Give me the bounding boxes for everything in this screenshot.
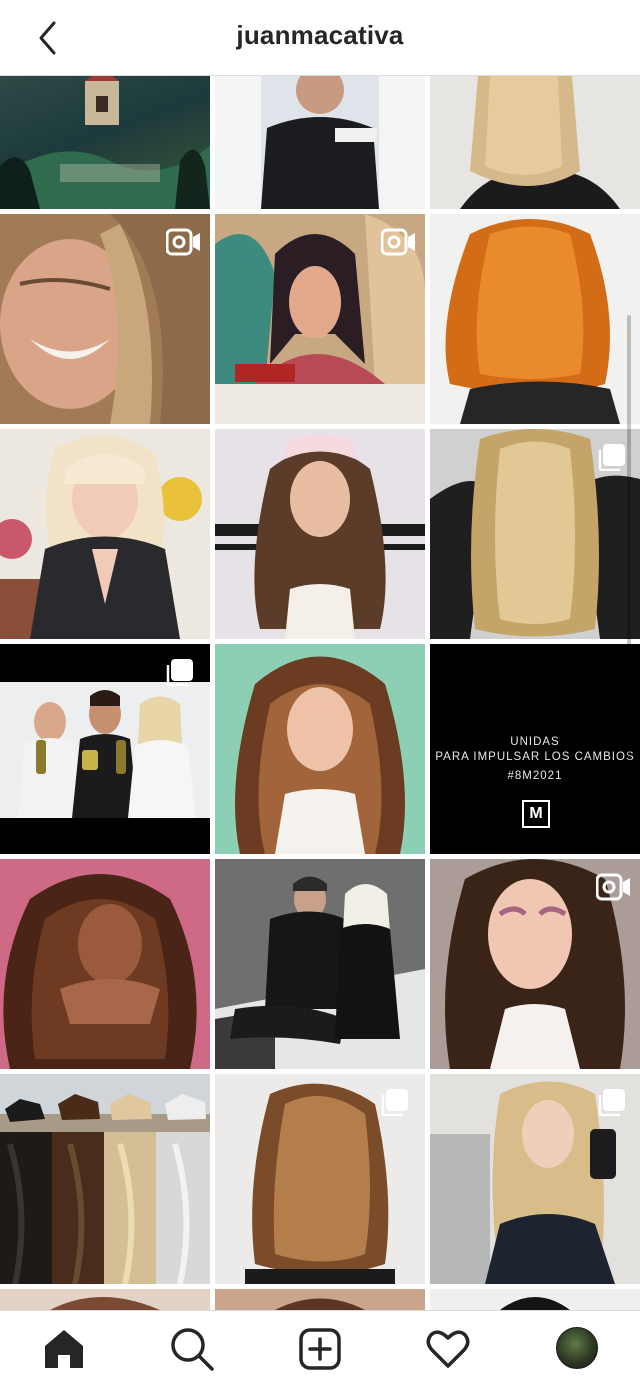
post-tile[interactable]: [430, 429, 640, 639]
igtv-icon: [381, 228, 415, 256]
nav-home[interactable]: [0, 1311, 128, 1387]
post-tile[interactable]: [0, 859, 210, 1069]
new-post-icon: [299, 1328, 341, 1370]
post-image: [50, 1297, 160, 1310]
post-grid: UNIDAS PARA IMPULSAR LOS CAMBIOS #8M2021…: [0, 76, 640, 1310]
post-image: [261, 76, 379, 209]
post-image: [0, 859, 210, 1069]
top-app-bar: juanmacativa: [0, 0, 640, 76]
activity-heart-icon: [426, 1330, 470, 1368]
post-tile[interactable]: [0, 214, 210, 424]
post-tile[interactable]: [0, 76, 210, 209]
carousel-icon: [381, 1089, 408, 1116]
nav-profile[interactable]: [512, 1311, 640, 1387]
post-tile[interactable]: UNIDAS PARA IMPULSAR LOS CAMBIOS #8M2021…: [430, 644, 640, 854]
carousel-icon: [166, 659, 193, 686]
post-tile[interactable]: [215, 429, 425, 639]
post-image: [215, 859, 425, 1069]
nav-activity[interactable]: [384, 1311, 512, 1387]
post-image: [0, 76, 210, 209]
home-icon: [45, 1330, 83, 1368]
post-image: [460, 76, 620, 209]
post-text-line: #8M2021: [507, 770, 563, 782]
post-image: [215, 429, 425, 639]
profile-username-title: juanmacativa: [236, 20, 404, 50]
post-tile[interactable]: [0, 1289, 210, 1310]
post-tile[interactable]: [430, 859, 640, 1069]
post-tile[interactable]: [215, 644, 425, 854]
post-tile[interactable]: [215, 214, 425, 424]
profile-avatar: [556, 1327, 598, 1369]
post-image: [0, 1074, 210, 1284]
post-tile[interactable]: [215, 1289, 425, 1310]
post-tile[interactable]: [0, 429, 210, 639]
post-image: [500, 1297, 570, 1310]
post-image: [215, 644, 425, 854]
post-text-line: PARA IMPULSAR LOS CAMBIOS: [435, 751, 635, 763]
post-tile[interactable]: [215, 859, 425, 1069]
post-tile[interactable]: [430, 76, 640, 209]
post-tile[interactable]: [430, 1289, 640, 1310]
post-image: [445, 219, 620, 424]
post-tile[interactable]: [0, 644, 210, 854]
post-text-line: UNIDAS: [510, 736, 560, 748]
nav-new-post[interactable]: [256, 1311, 384, 1387]
brand-logo: M: [522, 800, 550, 828]
igtv-icon: [596, 873, 630, 901]
post-tile[interactable]: [0, 1074, 210, 1284]
post-tile[interactable]: [215, 76, 425, 209]
post-image: [0, 429, 210, 639]
post-tile[interactable]: [215, 1074, 425, 1284]
post-tile[interactable]: [430, 214, 640, 424]
nav-search[interactable]: [128, 1311, 256, 1387]
bottom-navigation: [0, 1310, 640, 1387]
search-icon: [171, 1328, 214, 1371]
carousel-icon: [598, 1089, 625, 1116]
post-tile[interactable]: [430, 1074, 640, 1284]
igtv-icon: [166, 228, 200, 256]
post-image: [275, 1298, 365, 1310]
scrollbar[interactable]: [627, 315, 631, 835]
